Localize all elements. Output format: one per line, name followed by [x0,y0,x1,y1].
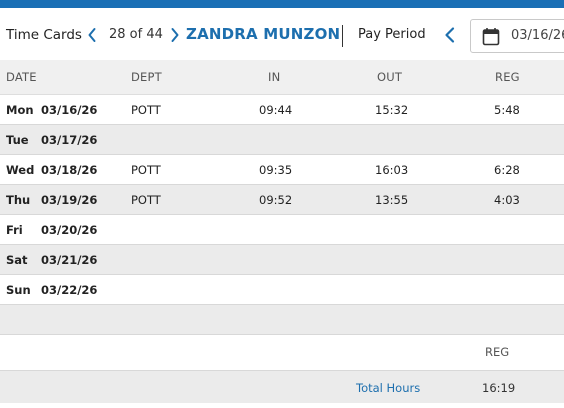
row-day: Thu [6,193,31,207]
row-reg-hours: 5:48 [494,103,520,117]
row-date: 03/22/26 [41,283,98,297]
row-day: Sun [6,283,31,297]
row-in-time: 09:52 [259,193,293,207]
timecard-header: Time Cards 28 of 44 ZANDRA MUNZON Pay Pe… [0,8,564,60]
table-row[interactable]: Wed 03/18/26 POTT 09:35 16:03 6:28 [0,155,564,185]
row-out-time: 13:55 [375,193,409,207]
table-row[interactable]: Sun 03/22/26 [0,275,564,305]
table-row[interactable]: Fri 03/20/26 [0,215,564,245]
column-header-out: OUT [377,70,403,84]
row-date: 03/19/26 [41,193,98,207]
row-reg-hours: 4:03 [494,193,520,207]
previous-employee-icon[interactable] [86,25,102,45]
next-employee-icon[interactable] [169,25,185,45]
table-row[interactable]: Sat 03/21/26 [0,245,564,275]
row-date: 03/20/26 [41,223,98,237]
table-row[interactable]: Thu 03/19/26 POTT 09:52 13:55 4:03 [0,185,564,215]
row-in-time: 09:44 [259,103,293,117]
row-dept: POTT [131,163,161,177]
row-day: Tue [6,133,29,147]
table-row[interactable]: Tue 03/17/26 [0,125,564,155]
row-day: Mon [6,103,34,117]
column-header-reg: REG [495,70,520,84]
row-date: 03/21/26 [41,253,98,267]
pay-period-date-value: 03/16/26 [511,28,564,43]
table-row-empty [0,305,564,335]
row-date: 03/18/26 [41,163,98,177]
column-header-row: DATE DEPT IN OUT REG [0,60,564,95]
column-header-date: DATE [6,70,37,84]
row-reg-hours: 6:28 [494,163,520,177]
calendar-icon [482,27,500,50]
total-hours-value: 16:19 [482,381,516,395]
header-divider [342,25,343,47]
row-date: 03/17/26 [41,133,98,147]
pay-period-label: Pay Period [358,27,426,42]
column-header-dept: DEPT [131,70,162,84]
employee-name[interactable]: ZANDRA MUNZON [186,25,340,43]
total-hours-label: Total Hours [356,381,421,395]
previous-pay-period-icon[interactable] [443,25,459,45]
top-accent-bar [0,0,564,8]
row-day: Sat [6,253,28,267]
row-day: Wed [6,163,35,177]
pay-period-date-picker[interactable]: 03/16/26 [470,19,564,53]
record-counter: 28 of 44 [109,27,163,42]
row-out-time: 15:32 [375,103,409,117]
total-hours-row: Total Hours 16:19 [0,370,564,403]
row-in-time: 09:35 [259,163,293,177]
summary-reg-header: REG [485,345,510,359]
row-dept: POTT [131,193,161,207]
row-dept: POTT [131,103,161,117]
row-date: 03/16/26 [41,103,98,117]
column-header-in: IN [268,70,281,84]
table-row[interactable]: Mon 03/16/26 POTT 09:44 15:32 5:48 [0,95,564,125]
row-day: Fri [6,223,23,237]
page-title: Time Cards [6,27,82,43]
row-out-time: 16:03 [375,163,409,177]
